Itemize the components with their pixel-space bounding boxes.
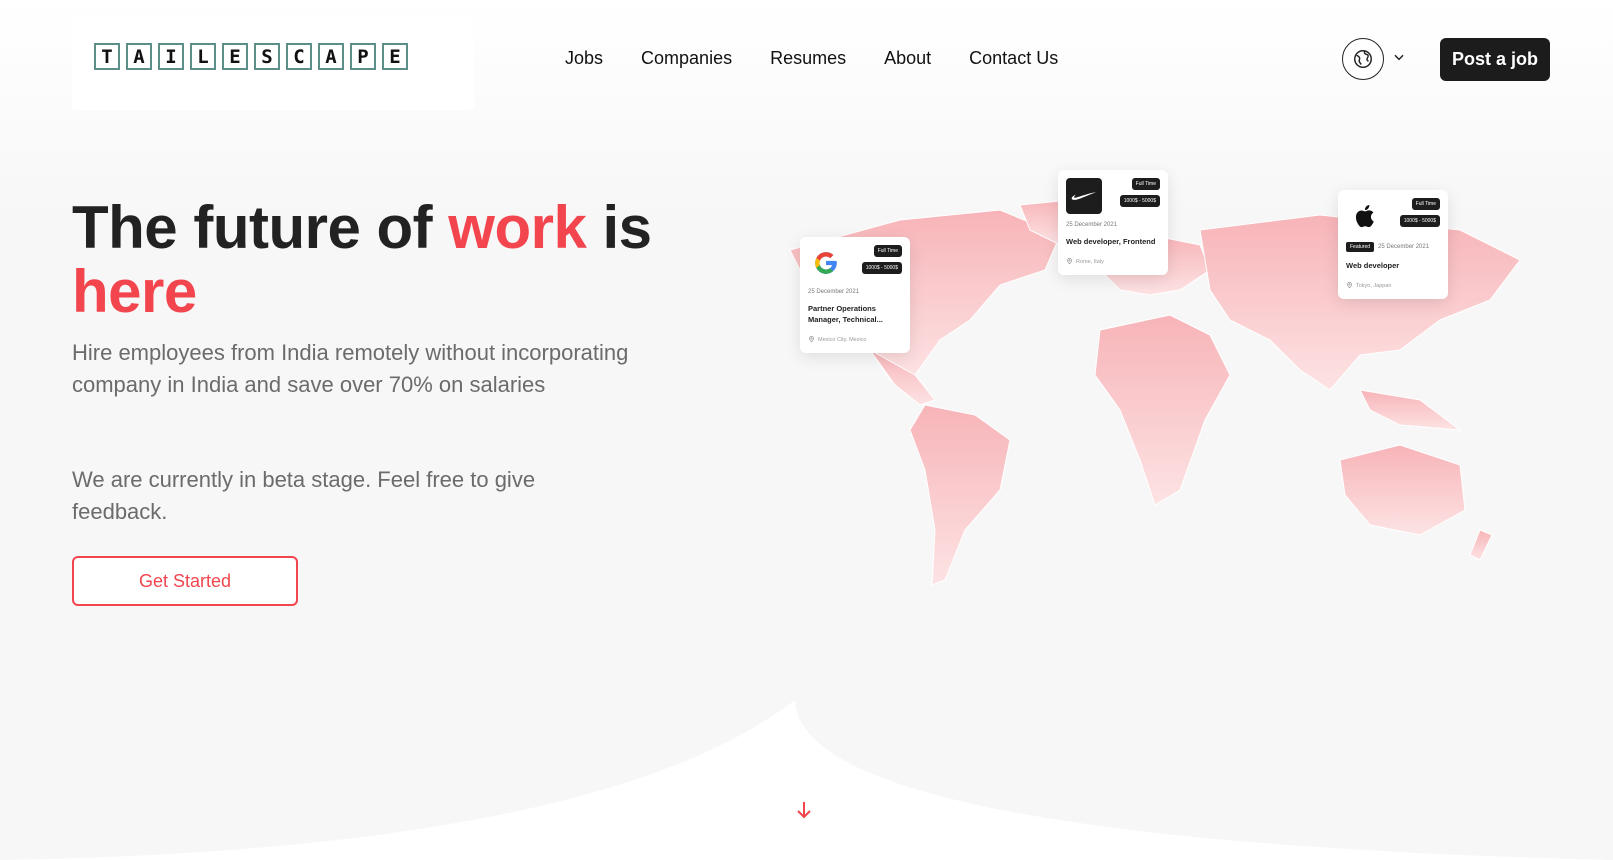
job-location: Rome, Italy — [1066, 257, 1160, 267]
job-title: Partner Operations Manager, Technical... — [808, 304, 883, 324]
job-title: Web developer — [1346, 261, 1400, 270]
continent-south-america — [909, 404, 1011, 586]
job-type-badge: Full Time — [1411, 198, 1440, 210]
hero-title: The future of work is here — [72, 196, 712, 324]
chevron-down-icon — [1392, 50, 1406, 69]
continent-australia — [1339, 444, 1466, 536]
logo-letter: A — [318, 43, 344, 70]
logo[interactable]: T A I L E S C A P E — [94, 43, 408, 70]
job-location: Mexico City, Mexico — [808, 335, 902, 345]
logo-letter: S — [254, 43, 280, 70]
hero-title-accent: work — [448, 194, 587, 261]
job-location-text: Rome, Italy — [1076, 259, 1104, 265]
logo-letter: L — [190, 43, 216, 70]
scroll-down-icon[interactable] — [796, 800, 812, 826]
logo-letter: T — [94, 43, 120, 70]
logo-letter: E — [382, 43, 408, 70]
job-card[interactable]: Full Time 1000$ - 5000$ Featured 25 Dece… — [1338, 190, 1448, 299]
location-pin-icon — [1346, 281, 1353, 291]
job-location-text: Mexico City, Mexico — [818, 337, 867, 343]
apple-logo-icon — [1346, 198, 1382, 234]
job-date: 25 December 2021 — [808, 289, 860, 295]
job-date: 25 December 2021 — [1066, 222, 1118, 228]
logo-letter: A — [126, 43, 152, 70]
salary-badge: 1000$ - 5000$ — [861, 262, 902, 274]
salary-badge: 1000$ - 5000$ — [1119, 195, 1160, 207]
logo-letter: E — [222, 43, 248, 70]
continent-southeast-asia — [1359, 389, 1462, 431]
job-location: Tokyo, Jappan — [1346, 281, 1440, 291]
hero-title-accent: here — [72, 258, 197, 325]
hero-subtitle: Hire employees from India remotely witho… — [72, 340, 629, 397]
post-job-button[interactable]: Post a job — [1440, 38, 1550, 81]
job-location-text: Tokyo, Jappan — [1356, 283, 1392, 289]
location-pin-icon — [1066, 257, 1073, 267]
logo-letter: P — [350, 43, 376, 70]
job-card[interactable]: Full Time 1000$ - 5000$ 25 December 2021… — [1058, 170, 1168, 275]
hero-title-part: is — [586, 194, 653, 261]
nike-logo-icon — [1066, 178, 1102, 214]
main-nav: Jobs Companies Resumes About Contact Us — [565, 48, 1058, 69]
job-card[interactable]: Full Time 1000$ - 5000$ 25 December 2021… — [800, 237, 910, 353]
nav-companies[interactable]: Companies — [641, 48, 732, 69]
job-meta: Featured 25 December 2021 — [1346, 242, 1440, 252]
hero-title-part: The future of — [72, 194, 449, 261]
featured-badge: Featured — [1346, 242, 1375, 252]
continent-africa — [1094, 314, 1231, 506]
beta-note: We are currently in beta stage. Feel fre… — [72, 467, 536, 524]
logo-letter: I — [158, 43, 184, 70]
salary-badge: 1000$ - 5000$ — [1399, 215, 1440, 227]
language-selector[interactable] — [1342, 38, 1406, 80]
nav-resumes[interactable]: Resumes — [770, 48, 846, 69]
location-pin-icon — [808, 335, 815, 345]
job-date: 25 December 2021 — [1378, 244, 1430, 250]
nav-contact-us[interactable]: Contact Us — [969, 48, 1058, 69]
nav-jobs[interactable]: Jobs — [565, 48, 603, 69]
job-type-badge: Full Time — [1131, 178, 1160, 190]
google-logo-icon — [808, 245, 844, 281]
job-title: Web developer, Frontend — [1066, 237, 1156, 246]
get-started-button[interactable]: Get Started — [72, 556, 298, 606]
continent-new-zealand — [1469, 529, 1493, 561]
logo-letter: C — [286, 43, 312, 70]
globe-icon — [1342, 38, 1384, 80]
bottom-decoration — [0, 700, 1613, 860]
job-type-badge: Full Time — [873, 245, 902, 257]
logo-container: T A I L E S C A P E — [72, 18, 474, 110]
nav-about[interactable]: About — [884, 48, 931, 69]
